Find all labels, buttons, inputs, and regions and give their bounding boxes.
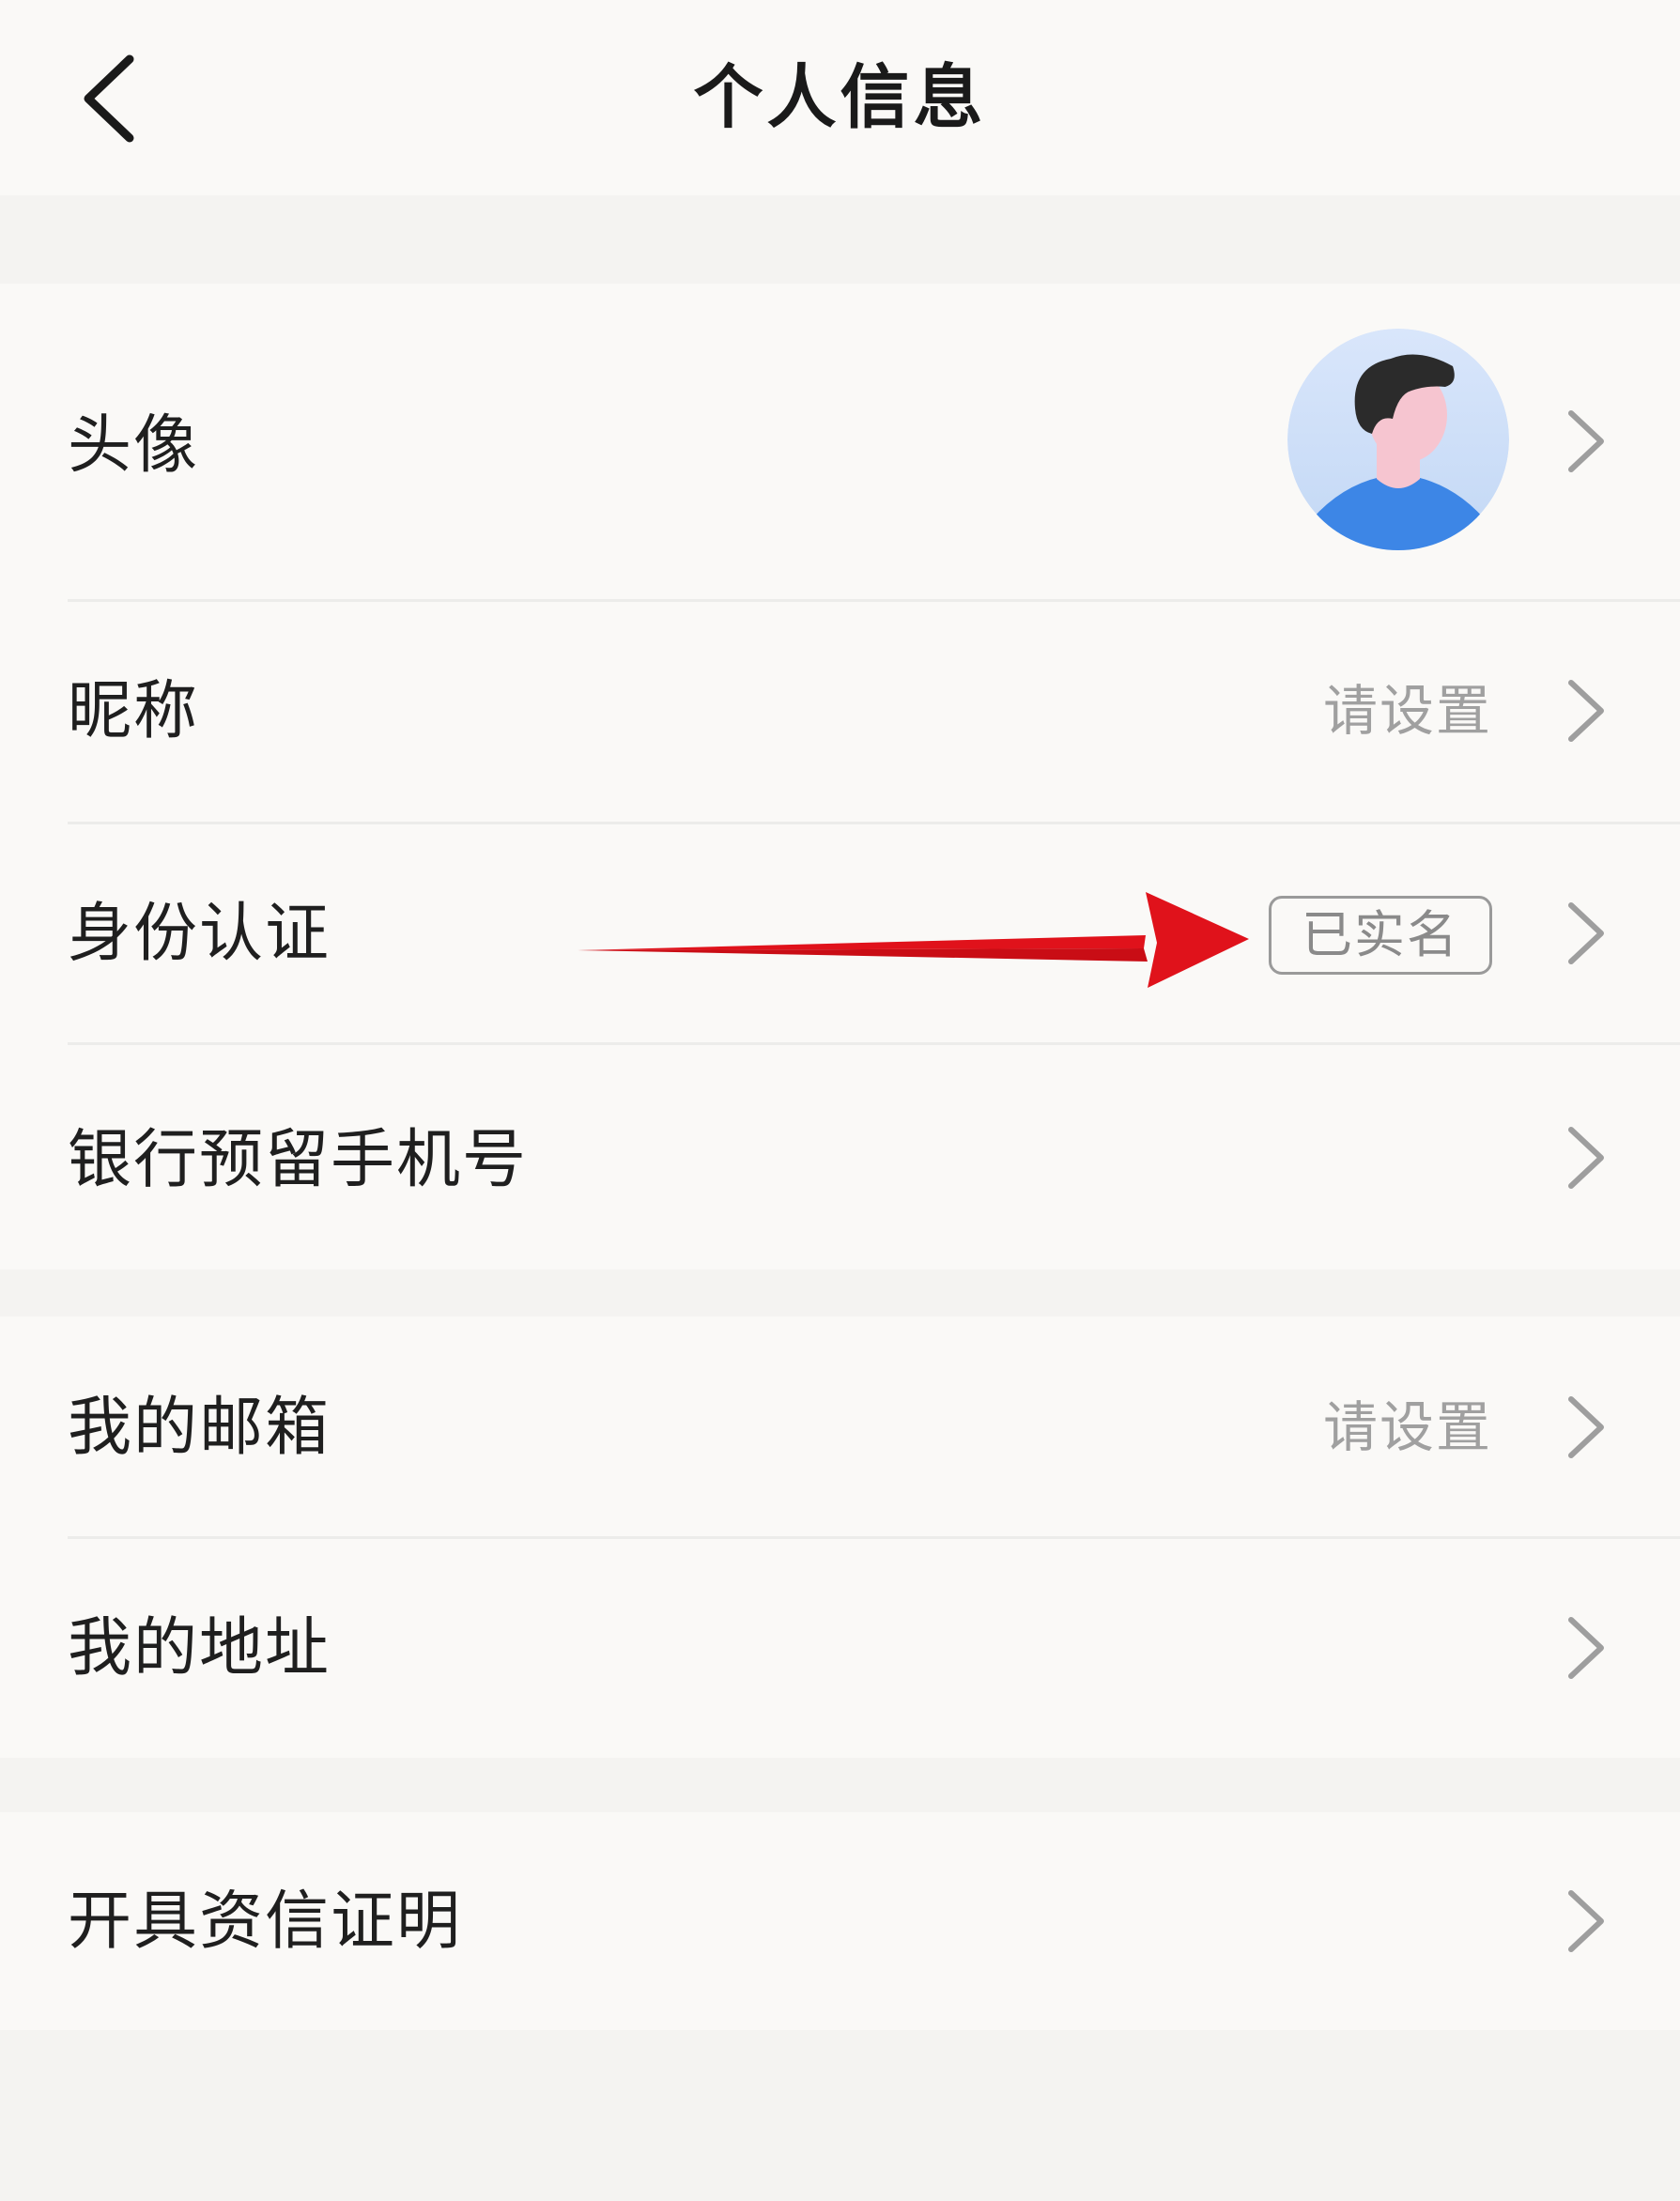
credit-proof-row[interactable]: 开具资信证明 <box>0 1812 1680 2030</box>
address-row[interactable]: 我的地址 <box>0 1539 1680 1758</box>
row-label-email: 我的邮箱 <box>68 1391 331 1465</box>
chevron-right-icon <box>1568 1890 1604 1952</box>
row-label-nickname: 昵称 <box>68 674 200 748</box>
page-title: 个人信息 <box>693 57 987 138</box>
top-bar: 个人信息 <box>0 0 1680 195</box>
email-row[interactable]: 我的邮箱 请设置 <box>0 1316 1680 1536</box>
avatar[interactable] <box>1287 329 1509 550</box>
verified-badge: 已实名 <box>1269 896 1492 975</box>
red-arrow-annotation <box>578 892 1249 988</box>
chevron-right-icon <box>1568 410 1604 472</box>
row-label-credit-proof: 开具资信证明 <box>68 1885 463 1959</box>
chevron-right-icon <box>1568 1396 1604 1458</box>
row-label-identity: 身份认证 <box>68 897 331 971</box>
row-label-address: 我的地址 <box>68 1611 331 1685</box>
chevron-right-icon <box>1568 902 1604 964</box>
nickname-row[interactable]: 昵称 请设置 <box>0 602 1680 822</box>
nickname-value: 请设置 <box>1322 679 1492 743</box>
chevron-right-icon <box>1568 1127 1604 1189</box>
chevron-right-icon <box>1568 1617 1604 1679</box>
row-label-bank-phone: 银行预留手机号 <box>68 1123 529 1197</box>
chevron-right-icon <box>1568 680 1604 742</box>
avatar-image <box>1287 329 1509 550</box>
row-label-avatar: 头像 <box>68 408 200 483</box>
email-value: 请设置 <box>1322 1395 1492 1459</box>
bank-phone-row[interactable]: 银行预留手机号 <box>0 1045 1680 1270</box>
